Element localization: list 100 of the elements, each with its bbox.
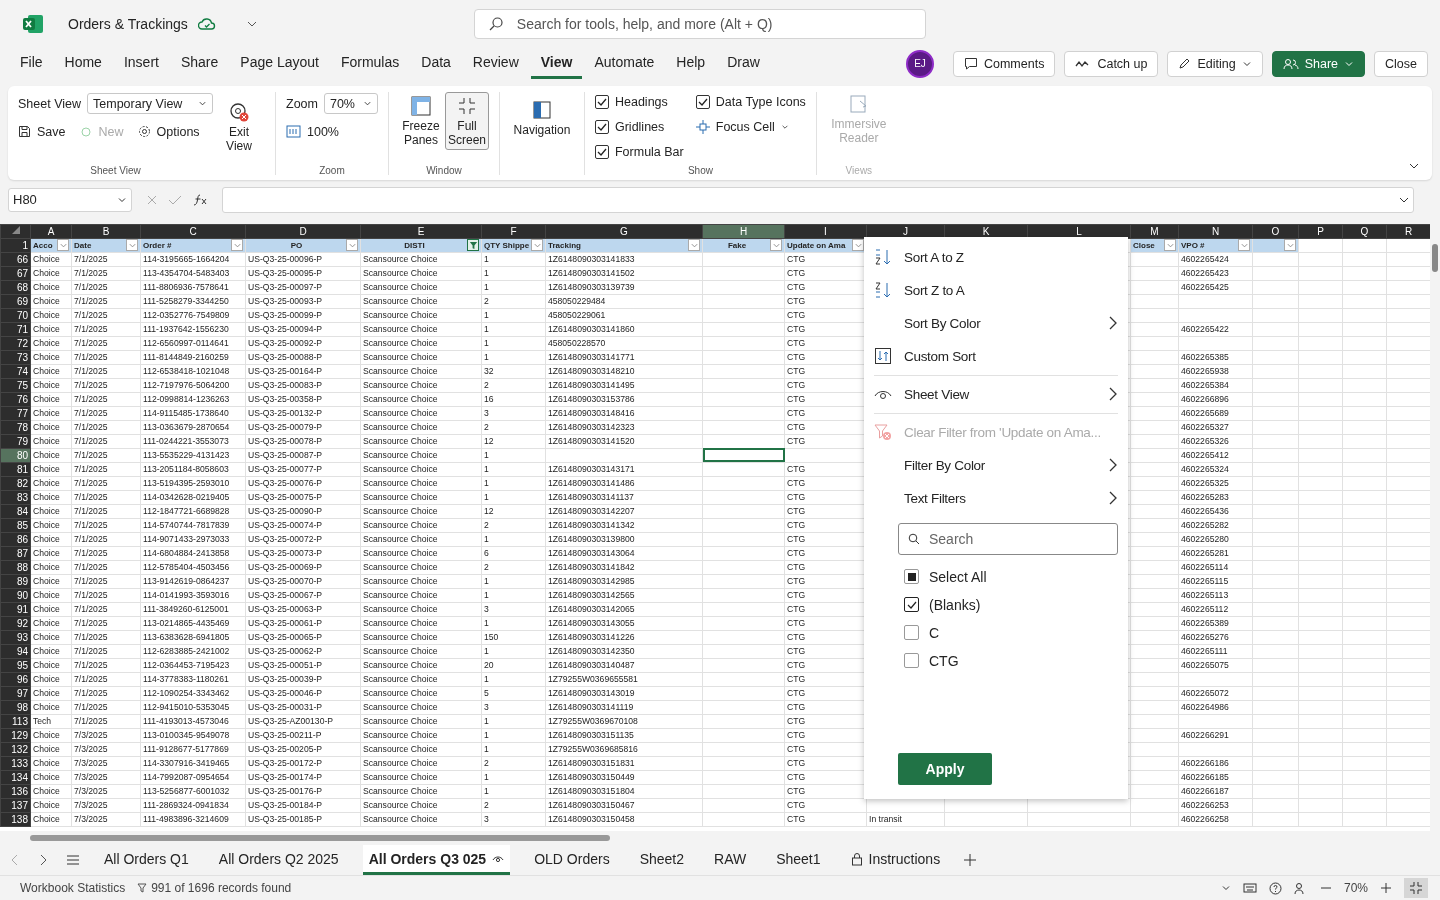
menu-item[interactable]: Filter By Color <box>874 448 1118 482</box>
menu-tab[interactable]: Home <box>54 48 112 80</box>
menu-tab[interactable]: View <box>530 48 583 80</box>
document-title[interactable]: Orders & Trackings <box>68 15 188 32</box>
keyboard-icon[interactable] <box>1242 883 1257 893</box>
menu-tab[interactable]: Page Layout <box>230 48 329 80</box>
menu-tab[interactable]: Data <box>411 48 461 80</box>
editing-button[interactable]: Editing <box>1167 50 1263 77</box>
search-field[interactable]: Search <box>898 522 1118 555</box>
menu-item[interactable]: Sort A to Z <box>874 240 1118 274</box>
catch-up-button[interactable]: Catch up <box>1064 50 1159 77</box>
chevron-right-icon[interactable] <box>38 854 48 867</box>
menu-item[interactable]: Custom Sort <box>874 339 1118 373</box>
filter-dropdown-button[interactable] <box>1284 239 1296 252</box>
column-header[interactable]: O <box>1252 224 1299 239</box>
insert-function-icon[interactable] <box>192 192 208 207</box>
sheet-tab[interactable]: All Orders Q2 2025 <box>212 845 345 876</box>
apply-button[interactable]: Apply <box>898 752 992 785</box>
options-button[interactable]: Options <box>137 124 200 139</box>
freeze-panes-button[interactable]: Freeze Panes <box>398 91 443 150</box>
share-button[interactable]: Share <box>1271 50 1366 77</box>
check-icon[interactable] <box>168 193 182 206</box>
formula-input[interactable] <box>222 186 1414 213</box>
focus-cell-button[interactable]: Focus Cell <box>695 120 798 135</box>
select-all-corner-icon[interactable] <box>10 225 21 235</box>
column-header[interactable]: M <box>1130 224 1179 239</box>
sheet-tab[interactable]: OLD Orders <box>528 845 616 876</box>
filter-dropdown-button[interactable] <box>770 239 782 252</box>
menu-item[interactable]: Text Filters <box>874 481 1118 515</box>
filter-applied-button[interactable] <box>467 239 479 252</box>
sheet-view-dropdown[interactable]: Temporary View <box>87 93 213 115</box>
column-header[interactable]: B <box>71 224 141 239</box>
checkbox[interactable] <box>904 625 919 641</box>
checkbox[interactable] <box>904 597 919 613</box>
cancel-icon[interactable] <box>146 193 158 206</box>
column-header[interactable]: E <box>360 224 482 239</box>
zoom-in-icon[interactable] <box>1380 882 1392 894</box>
comments-button[interactable]: Comments <box>952 50 1056 77</box>
sheet-tab[interactable]: Sheet2 <box>633 845 690 876</box>
exit-view-button[interactable]: Exit View <box>217 97 261 156</box>
column-header[interactable]: P <box>1298 224 1343 239</box>
menu-tab[interactable]: Formulas <box>330 48 410 80</box>
name-box[interactable]: H80 <box>8 187 132 212</box>
menu-tab[interactable]: Review <box>462 48 529 80</box>
column-header[interactable]: I <box>784 224 867 239</box>
save-view-button[interactable]: Save <box>18 124 66 139</box>
sheet-tab[interactable]: Sheet1 <box>770 845 827 876</box>
column-header[interactable]: G <box>545 224 703 239</box>
filter-dropdown-button[interactable] <box>852 239 864 252</box>
zoom-dropdown[interactable]: 70% <box>323 93 378 115</box>
menu-item[interactable]: Sort Z to A <box>874 273 1118 307</box>
column-header[interactable]: N <box>1178 224 1253 239</box>
menu-tab[interactable]: File <box>10 48 53 80</box>
navigation-button[interactable]: Navigation <box>509 95 574 140</box>
column-header[interactable]: D <box>245 224 361 239</box>
column-header[interactable]: Q <box>1342 224 1387 239</box>
sheet-tab[interactable]: All Orders Q1 <box>98 845 195 876</box>
close-button[interactable]: Close <box>1374 50 1428 77</box>
column-header[interactable]: C <box>140 224 246 239</box>
exit-full-screen-button[interactable] <box>1404 878 1428 898</box>
column-header[interactable]: L <box>1027 224 1131 239</box>
checkbox[interactable] <box>594 95 609 110</box>
checkbox[interactable] <box>904 569 919 585</box>
menu-tab[interactable]: Insert <box>113 48 169 80</box>
column-header[interactable]: J <box>866 224 945 239</box>
filter-dropdown-button[interactable] <box>57 239 69 252</box>
filter-dropdown-button[interactable] <box>531 239 543 252</box>
checkbox[interactable] <box>695 95 710 110</box>
menu-tab[interactable]: Draw <box>717 48 770 80</box>
menu-item[interactable]: Sheet View <box>874 377 1118 411</box>
horizontal-scrollbar[interactable] <box>30 835 610 842</box>
column-header[interactable]: A <box>30 224 72 239</box>
zoom-100-button[interactable]: 100% <box>286 124 339 139</box>
filter-dropdown-button[interactable] <box>688 239 700 252</box>
column-header[interactable]: R <box>1386 224 1431 239</box>
menu-tab[interactable]: Help <box>666 48 716 80</box>
column-header[interactable]: H <box>702 224 785 239</box>
menu-icon[interactable] <box>66 854 80 867</box>
filter-dropdown-button[interactable] <box>231 239 243 252</box>
column-header[interactable]: K <box>944 224 1028 239</box>
help-icon[interactable] <box>1268 881 1282 895</box>
chevron-left-icon[interactable] <box>10 854 20 867</box>
column-header[interactable]: F <box>481 224 546 239</box>
workbook-statistics-button[interactable]: Workbook Statistics <box>20 881 126 895</box>
checkbox[interactable] <box>594 145 609 160</box>
sheet-tab[interactable]: All Orders Q3 025 <box>362 845 511 876</box>
checkbox[interactable] <box>594 120 609 135</box>
full-screen-button[interactable]: Full Screen <box>444 91 489 150</box>
filter-dropdown-button[interactable] <box>1164 239 1176 252</box>
filter-dropdown-button[interactable] <box>346 239 358 252</box>
filter-dropdown-button[interactable] <box>126 239 138 252</box>
menu-item[interactable]: Sort By Color <box>874 306 1118 340</box>
add-sheet-icon[interactable] <box>964 854 977 867</box>
filter-dropdown-button[interactable] <box>1238 239 1250 252</box>
user-avatar[interactable]: EJ <box>905 49 934 78</box>
sheet-tab[interactable]: RAW <box>708 845 753 876</box>
zoom-level[interactable]: 70% <box>1343 881 1368 895</box>
spreadsheet-app-icon[interactable] <box>22 12 44 35</box>
sheet-tab[interactable]: Instructions <box>844 845 947 876</box>
menu-tab[interactable]: Share <box>170 48 229 80</box>
